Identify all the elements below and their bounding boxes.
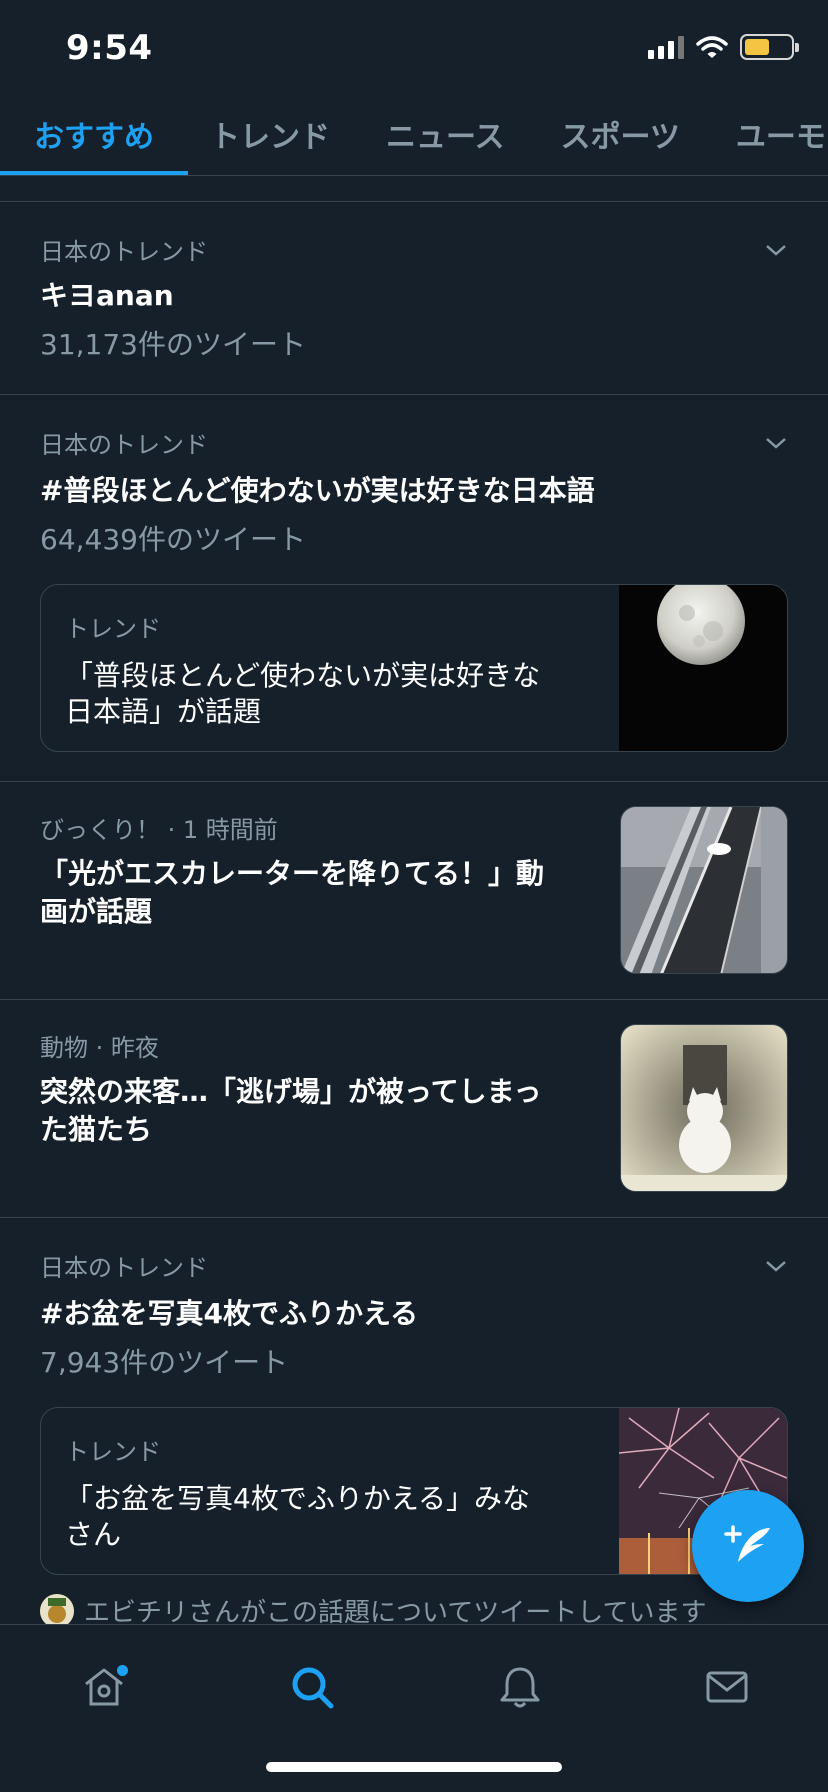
status-bar: 9:54 <box>0 0 828 100</box>
trend-title: #お盆を写真4枚でふりかえる <box>40 1297 419 1330</box>
trend-tweet-count: 64,439件のツイート <box>40 522 306 556</box>
tab-recommended[interactable]: おすすめ <box>0 100 188 175</box>
news-title: 突然の来客…「逃げ場」が被ってしまっ た猫たち <box>40 1075 542 1146</box>
tab-humor[interactable]: ユーモア <box>736 100 828 175</box>
nav-search[interactable] <box>282 1657 342 1717</box>
trend-tweet-count: 7,943件のツイート <box>40 1345 289 1379</box>
trend-card[interactable]: トレンド 「普段ほとんど使わないが実は好きな 日本語」が話題 <box>40 583 788 752</box>
messages-icon <box>706 1671 748 1703</box>
search-icon <box>292 1667 334 1709</box>
signal-icon <box>648 35 684 59</box>
trend-context: 日本のトレンド <box>40 238 208 266</box>
tab-sports[interactable]: スポーツ <box>561 100 680 175</box>
chevron-down-icon[interactable] <box>764 1254 788 1278</box>
tab-trending[interactable]: トレンド <box>210 100 330 175</box>
status-time: 9:54 <box>66 28 153 68</box>
battery-icon <box>740 34 799 60</box>
wifi-icon <box>696 36 728 58</box>
trend-item[interactable]: 日本のトレンド #普段ほとんど使わないが実は好きな日本語 64,439件のツイー… <box>0 395 828 782</box>
notification-dot <box>117 1665 128 1676</box>
tab-news[interactable]: ニュース <box>386 100 505 175</box>
nav-notifications[interactable] <box>490 1657 550 1717</box>
escalator-image <box>620 806 788 974</box>
nav-home[interactable] <box>74 1657 134 1717</box>
card-title: 「普段ほとんど使わないが実は好きな 日本語」が話題 <box>65 658 541 729</box>
notifications-icon <box>500 1667 540 1708</box>
trend-item[interactable]: 日本のトレンド キヨanan 31,173件のツイート <box>0 202 828 395</box>
nav-messages[interactable] <box>697 1657 757 1717</box>
avatar <box>40 1593 74 1628</box>
chevron-down-icon[interactable] <box>764 431 788 455</box>
moon-image <box>619 584 787 751</box>
news-item[interactable]: びっくり！ · 1 時間前 「光がエスカレーターを降りてる！」動 画が話題 <box>0 782 828 1000</box>
home-indicator <box>266 1762 562 1772</box>
trend-context: 日本のトレンド <box>40 431 208 459</box>
explore-tabs: おすすめ トレンド ニュース スポーツ ユーモア <box>0 100 828 176</box>
chevron-down-icon[interactable] <box>764 238 788 262</box>
news-title: 「光がエスカレーターを降りてる！」動 画が話題 <box>40 857 545 928</box>
trend-context: 日本のトレンド <box>40 1254 208 1282</box>
trend-title: #普段ほとんど使わないが実は好きな日本語 <box>40 474 595 507</box>
trend-card[interactable]: トレンド 「お盆を写真4枚でふりかえる」みな さん <box>40 1406 788 1575</box>
card-context: トレンド <box>65 1437 161 1466</box>
status-icons <box>648 34 799 60</box>
card-context: トレンド <box>65 614 161 643</box>
news-item[interactable]: 動物 · 昨夜 突然の来客…「逃げ場」が被ってしまっ た猫たち <box>0 1000 828 1218</box>
compose-tweet-button[interactable] <box>692 1490 804 1602</box>
trend-title: キヨanan <box>40 279 174 312</box>
compose-tweet-icon <box>724 1525 770 1562</box>
card-title: 「お盆を写真4枚でふりかえる」みな さん <box>65 1481 530 1552</box>
trend-tweet-count: 31,173件のツイート <box>40 327 306 361</box>
cat-image <box>620 1024 788 1192</box>
explore-feed: 日本のトレンド キヨanan 31,173件のツイート 日本のトレンド #普段ほ… <box>0 202 828 1638</box>
